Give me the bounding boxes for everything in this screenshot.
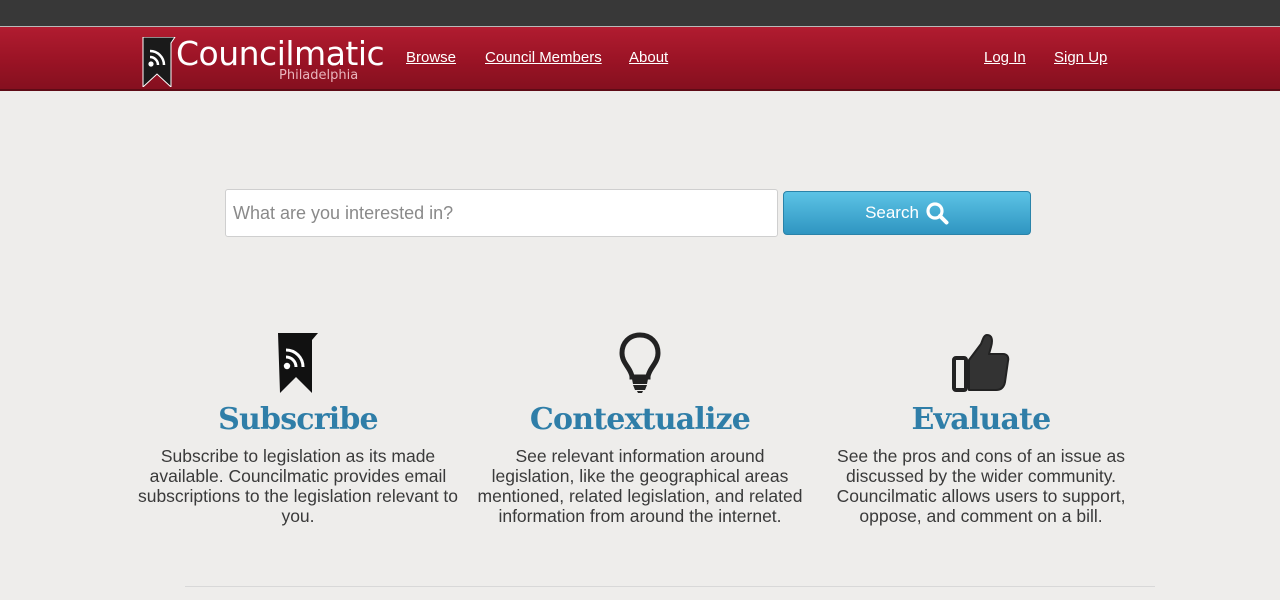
logo-subtitle: Philadelphia <box>279 68 359 83</box>
search-button[interactable]: Search <box>783 191 1031 235</box>
feature-evaluate: Evaluate See the pros and cons of an iss… <box>816 330 1146 526</box>
nav-browse-link[interactable]: Browse <box>406 49 456 66</box>
lightbulb-icon <box>619 332 661 393</box>
top-bar <box>0 0 1280 27</box>
nav-council-members-link[interactable]: Council Members <box>485 49 602 66</box>
feature-description: See relevant information around legislat… <box>477 446 803 526</box>
feature-description: See the pros and cons of an issue as dis… <box>836 446 1126 526</box>
bookmark-rss-icon <box>278 333 318 393</box>
navbar: Councilmatic Philadelphia Browse Council… <box>0 27 1280 91</box>
search-button-label: Search <box>865 203 919 222</box>
nav-login-link[interactable]: Log In <box>984 49 1026 66</box>
nav-about-link[interactable]: About <box>629 49 668 66</box>
feature-contextualize: Contextualize See relevant information a… <box>475 330 805 526</box>
bookmark-rss-icon <box>142 37 176 87</box>
feature-description: Subscribe to legislation as its made ava… <box>137 446 459 526</box>
search-icon <box>926 202 949 225</box>
divider <box>185 586 1155 587</box>
feature-subscribe: Subscribe Subscribe to legislation as it… <box>133 330 463 526</box>
nav-signup-link[interactable]: Sign Up <box>1054 49 1107 66</box>
feature-title: Evaluate <box>911 402 1052 437</box>
feature-title: Subscribe <box>218 402 378 437</box>
search-input[interactable] <box>225 189 778 237</box>
site-logo[interactable]: Councilmatic Philadelphia <box>142 34 392 89</box>
feature-title: Contextualize <box>529 402 751 437</box>
thumbs-up-icon <box>952 334 1010 392</box>
